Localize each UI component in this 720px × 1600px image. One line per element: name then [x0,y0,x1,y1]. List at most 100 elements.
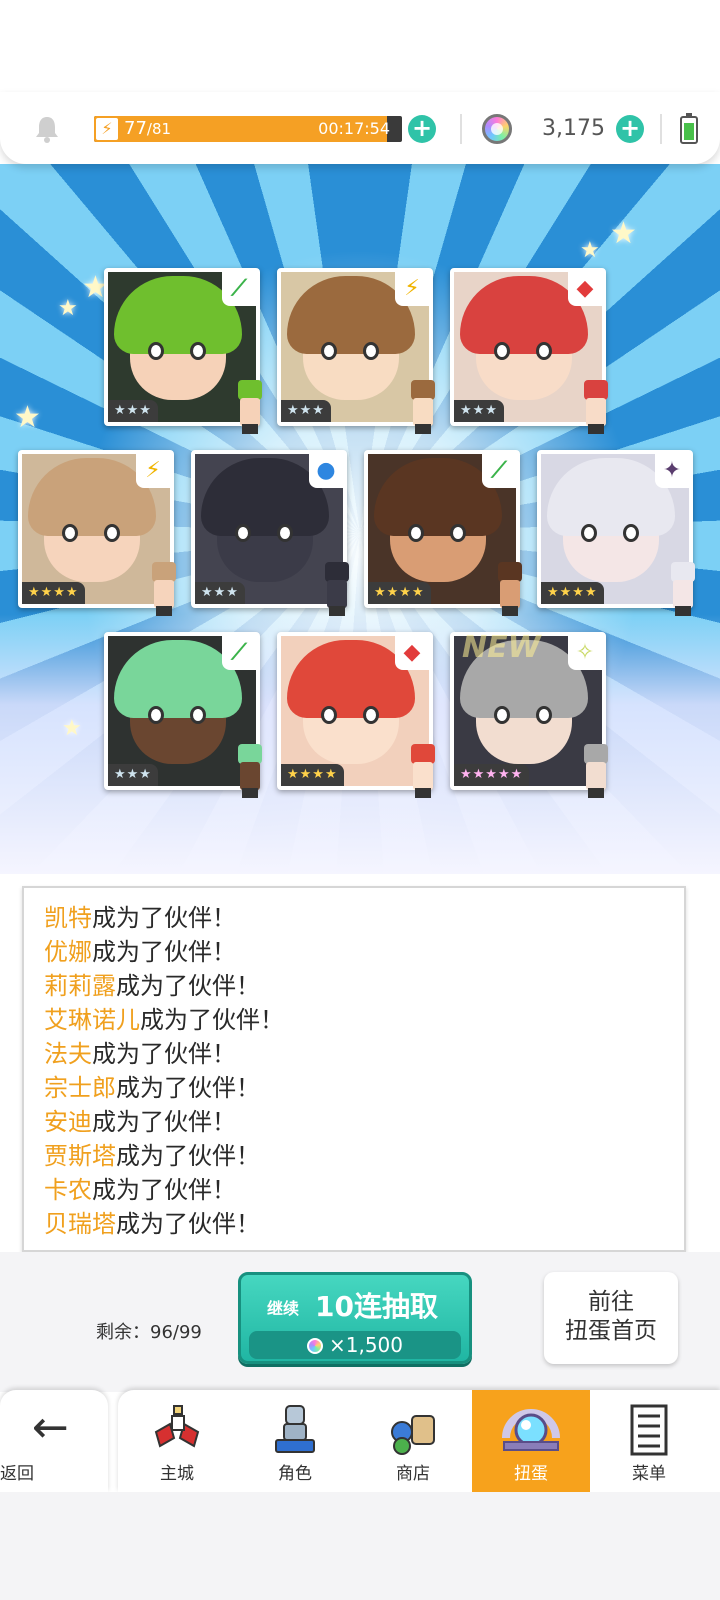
rarity-stars: ★★★ [454,400,504,422]
log-suffix: 成为了伙伴！ [116,1142,260,1170]
leaf-element-icon: ⟋ [222,272,256,306]
character-sprite-icon [663,562,703,618]
tab-castle[interactable]: 主城 [118,1390,236,1492]
gem-count: 3,175 [542,116,605,141]
tab-label: 角色 [278,1464,312,1484]
stamina-timer: 00:17:54 [318,119,390,138]
back-label: 返回 [0,1464,34,1484]
gem-icon [306,1338,323,1354]
rarity-stars: ★★★★ [22,582,85,604]
character-name: 艾琳诺儿 [44,1006,140,1034]
status-bar: ⚡ 77/81 00:17:54 + 3,175 + [0,92,720,164]
log-line: 莉莉露成为了伙伴！ [44,970,260,1002]
tab-gacha[interactable]: 扭蛋 [472,1390,590,1492]
sparkle-star-icon: ★ [580,238,600,263]
log-line: 凯特成为了伙伴！ [44,902,236,934]
stamina-current: 77 [124,118,147,139]
sparkle-star-icon: ★ [14,400,41,435]
log-suffix: 成为了伙伴！ [116,972,260,1000]
character-name: 贾斯塔 [44,1142,116,1170]
log-suffix: 成为了伙伴！ [92,938,236,966]
lightning-element-icon: ⚡ [395,272,429,306]
new-badge: NEW [462,630,541,665]
character-sprite-icon [403,744,443,800]
goto-line2: 扭蛋首页 [565,1318,657,1344]
log-line: 贾斯塔成为了伙伴！ [44,1140,260,1172]
log-suffix: 成为了伙伴！ [116,1210,260,1238]
remaining-count: 剩余：96/99 [96,1322,202,1343]
character-name: 安迪 [44,1108,92,1136]
tab-shop[interactable]: 商店 [354,1390,472,1492]
character-name: 贝瑞塔 [44,1210,116,1238]
result-log[interactable]: 凯特成为了伙伴！ 优娜成为了伙伴！ 莉莉露成为了伙伴！ 艾琳诺儿成为了伙伴！ 法夫成为了… [22,886,686,1252]
rarity-stars: ★★★ [108,400,158,422]
draw-ten-button[interactable]: 继续 10连抽取 ×1,500 [238,1272,472,1364]
log-suffix: 成为了伙伴！ [92,904,236,932]
tab-character[interactable]: 角色 [236,1390,354,1492]
log-line: 优娜成为了伙伴！ [44,936,236,968]
log-line: 宗士郎成为了伙伴！ [44,1072,260,1104]
back-button[interactable]: ← 返回 [0,1390,108,1492]
light-element-icon: ✧ [568,636,602,670]
log-line: 卡农成为了伙伴！ [44,1174,236,1206]
character-name: 莉莉露 [44,972,116,1000]
tab-menu[interactable]: 菜单 [590,1390,708,1492]
divider [460,114,462,144]
log-suffix: 成为了伙伴！ [116,1074,260,1102]
back-arrow-icon: ← [32,1402,69,1453]
goto-gacha-home-button[interactable]: 前往 扭蛋首页 [544,1272,678,1364]
character-icon [275,1405,315,1453]
tab-label: 扭蛋 [514,1464,548,1484]
castle-icon [154,1405,200,1448]
leaf-element-icon: ⟋ [482,454,516,488]
shop-icon [391,1415,435,1455]
character-sprite-icon [490,562,530,618]
bottom-nav: ← 返回 主城 角色 商店 扭蛋 菜单 [0,1390,720,1492]
rarity-stars: ★★★★ [368,582,431,604]
add-gems-button[interactable]: + [616,115,644,143]
character-sprite-icon [230,380,270,436]
gem-icon [482,114,512,144]
draw-cost-value: ×1,500 [328,1333,403,1357]
log-suffix: 成为了伙伴！ [92,1040,236,1068]
character-sprite-icon [230,744,270,800]
character-name: 凯特 [44,904,92,932]
notification-bell-icon[interactable] [32,114,62,144]
character-sprite-icon [144,562,184,618]
fire-element-icon: ◆ [395,636,429,670]
character-name: 卡农 [44,1176,92,1204]
fire-element-icon: ◆ [568,272,602,306]
log-suffix: 成为了伙伴！ [92,1108,236,1136]
rarity-stars: ★★★★ [541,582,604,604]
nav-tabs: 主城 角色 商店 扭蛋 菜单 [118,1390,720,1492]
stamina-max: /81 [146,120,172,138]
rarity-stars: ★★★ [108,764,158,786]
tab-label: 商店 [396,1464,430,1484]
goto-line1: 前往 [588,1289,634,1315]
rarity-stars: ★★★★ [281,764,344,786]
bottom-area [0,1492,720,1600]
stamina-bolt-icon: ⚡ [96,118,118,140]
log-line: 艾琳诺儿成为了伙伴！ [44,1004,284,1036]
gacha-icon [502,1409,560,1451]
add-stamina-button[interactable]: + [408,115,436,143]
sparkle-star-icon: ★ [62,716,82,741]
sparkle-star-icon: ★ [610,216,637,251]
draw-cost: ×1,500 [249,1331,461,1359]
divider [660,114,662,144]
character-sprite-icon [576,744,616,800]
tab-label: 菜单 [632,1464,666,1484]
rarity-stars: ★★★★★ [454,764,530,786]
log-line: 法夫成为了伙伴！ [44,1038,236,1070]
stamina-value: 77/81 [124,117,171,141]
character-name: 宗士郎 [44,1074,116,1102]
draw-label: 10连抽取 [315,1290,438,1323]
log-suffix: 成为了伙伴！ [140,1006,284,1034]
gacha-result-stage: ★ ★ ★ ★ ★ ★ ⟋ ★★★ ⚡ ★★★ ◆ ★★★ ⚡ ★★★★ ● ★★★ ⟋ ★★★★ ✦ ★… [0,164,720,874]
character-name: 优娜 [44,938,92,966]
character-name: 法夫 [44,1040,92,1068]
log-line: 安迪成为了伙伴！ [44,1106,236,1138]
battery-icon [680,113,698,144]
character-sprite-icon [403,380,443,436]
log-line: 贝瑞塔成为了伙伴！ [44,1208,260,1240]
